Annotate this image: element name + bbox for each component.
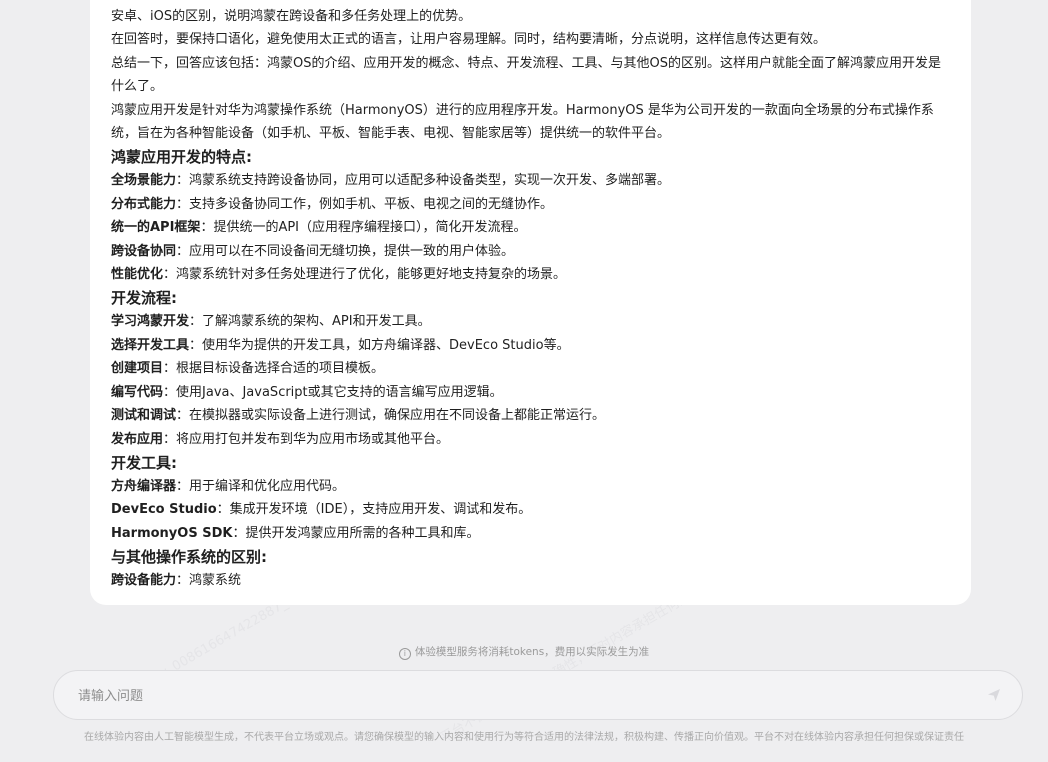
item-text: ：将应用打包并发布到华为应用市场或其他平台。 [163, 431, 450, 447]
item-text: ：根据目标设备选择合适的项目模板。 [163, 361, 385, 377]
item-label: DevEco Studio [111, 502, 217, 518]
list-item: 跨设备能力：鸿蒙系统 [111, 569, 949, 592]
item-text: ：鸿蒙系统针对多任务处理进行了优化，能够更好地支持复杂的场景。 [163, 267, 567, 283]
item-label: 选择开发工具 [111, 337, 190, 353]
list-item: DevEco Studio：集成开发环境（IDE），支持应用开发、调试和发布。 [111, 498, 949, 521]
item-label: 跨设备协同 [111, 243, 177, 259]
message-paragraph: 安卓、iOS的区别，说明鸿蒙在跨设备和多任务处理上的优势。 [111, 9, 472, 24]
list-item: 学习鸿蒙开发：了解鸿蒙系统的架构、API和开发工具。 [111, 310, 949, 333]
assistant-message-card: 安卓、iOS的区别，说明鸿蒙在跨设备和多任务处理上的优势。 在回答时，要保持口语… [90, 0, 971, 605]
item-text: ：应用可以在不同设备间无缝切换，提供一致的用户体验。 [176, 243, 515, 259]
chat-input-box[interactable] [53, 670, 1023, 721]
item-label: 全场景能力 [111, 173, 177, 189]
token-notice-text: 体验模型服务将消耗tokens，费用以实际发生为准 [414, 646, 650, 658]
item-text: ：提供开发鸿蒙应用所需的各种工具和库。 [232, 525, 480, 541]
list-item: 性能优化：鸿蒙系统针对多任务处理进行了优化，能够更好地支持复杂的场景。 [111, 263, 949, 286]
section-heading-features: 鸿蒙应用开发的特点: [111, 148, 252, 167]
send-arrow-icon-glyph [988, 689, 1000, 701]
item-label: 学习鸿蒙开发 [111, 314, 190, 330]
info-icon: i [398, 648, 411, 660]
item-text: ：集成开发环境（IDE），支持应用开发、调试和发布。 [216, 502, 532, 518]
item-label: 编写代码 [111, 384, 164, 400]
section-heading-tools: 开发工具: [111, 453, 177, 472]
list-item: 方舟编译器：用于编译和优化应用代码。 [111, 475, 949, 498]
message-content: 安卓、iOS的区别，说明鸿蒙在跨设备和多任务处理上的优势。 在回答时，要保持口语… [90, 0, 971, 593]
item-label: 性能优化 [111, 267, 164, 283]
footer-disclaimer: 在线体验内容由人工智能模型生成，不代表平台立场或观点。请您确保模型的输入内容和使… [84, 732, 964, 743]
list-item: 全场景能力：鸿蒙系统支持跨设备协同，应用可以适配多种设备类型，实现一次开发、多端… [111, 169, 949, 192]
list-item: 测试和调试：在模拟器或实际设备上进行测试，确保应用在不同设备上都能正常运行。 [111, 404, 949, 427]
item-label: 测试和调试 [111, 408, 177, 424]
question-input[interactable] [76, 671, 960, 721]
section-heading-differences: 与其他操作系统的区别: [111, 548, 267, 567]
list-item: 统一的API框架：提供统一的API（应用程序编程接口），简化开发流程。 [111, 216, 949, 239]
item-text: ：鸿蒙系统 [176, 573, 242, 589]
item-text: ：了解鸿蒙系统的架构、API和开发工具。 [189, 314, 431, 330]
item-label: 方舟编译器 [111, 478, 177, 494]
item-text: ：使用华为提供的开发工具，如方舟编译器、DevEco Studio等。 [189, 337, 570, 353]
item-text: ：提供统一的API（应用程序编程接口），简化开发流程。 [200, 220, 527, 236]
send-arrow-icon[interactable] [984, 685, 1004, 705]
list-item: 跨设备协同：应用可以在不同设备间无缝切换，提供一致的用户体验。 [111, 240, 949, 263]
item-text: ：鸿蒙系统支持跨设备协同，应用可以适配多种设备类型，实现一次开发、多端部署。 [176, 173, 671, 189]
item-text: ：用于编译和优化应用代码。 [176, 478, 346, 494]
item-label: 分布式能力 [111, 196, 177, 212]
item-text: ：使用Java、JavaScript或其它支持的语言编写应用逻辑。 [163, 384, 503, 400]
list-item: 分布式能力：支持多设备协同工作，例如手机、平板、电视之间的无缝协作。 [111, 193, 949, 216]
item-text: ：支持多设备协同工作，例如手机、平板、电视之间的无缝协作。 [176, 196, 554, 212]
item-label: 创建项目 [111, 361, 164, 377]
item-text: ：在模拟器或实际设备上进行测试，确保应用在不同设备上都能正常运行。 [176, 408, 606, 424]
list-item: 发布应用：将应用打包并发布到华为应用市场或其他平台。 [111, 428, 949, 451]
list-item: HarmonyOS SDK：提供开发鸿蒙应用所需的各种工具和库。 [111, 522, 949, 545]
token-notice: i 体验模型服务将消耗tokens，费用以实际发生为准 [0, 644, 1048, 660]
item-label: 统一的API框架 [111, 220, 201, 236]
list-item: 选择开发工具：使用华为提供的开发工具，如方舟编译器、DevEco Studio等… [111, 334, 949, 357]
item-label: 跨设备能力 [111, 573, 177, 589]
message-paragraph: 在回答时，要保持口语化，避免使用太正式的语言，让用户容易理解。同时，结构要清晰，… [111, 32, 827, 48]
list-item: 创建项目：根据目标设备选择合适的项目模板。 [111, 357, 949, 380]
message-paragraph: 总结一下，回答应该包括：鸿蒙OS的介绍、应用开发的概念、特点、开发流程、工具、与… [111, 55, 941, 95]
list-item: 编写代码：使用Java、JavaScript或其它支持的语言编写应用逻辑。 [111, 381, 949, 404]
item-label: HarmonyOS SDK [111, 525, 233, 541]
section-heading-workflow: 开发流程: [111, 289, 177, 308]
item-label: 发布应用 [111, 431, 164, 447]
message-paragraph: 鸿蒙应用开发是针对华为鸿蒙操作系统（HarmonyOS）进行的应用程序开发。Ha… [111, 102, 934, 142]
